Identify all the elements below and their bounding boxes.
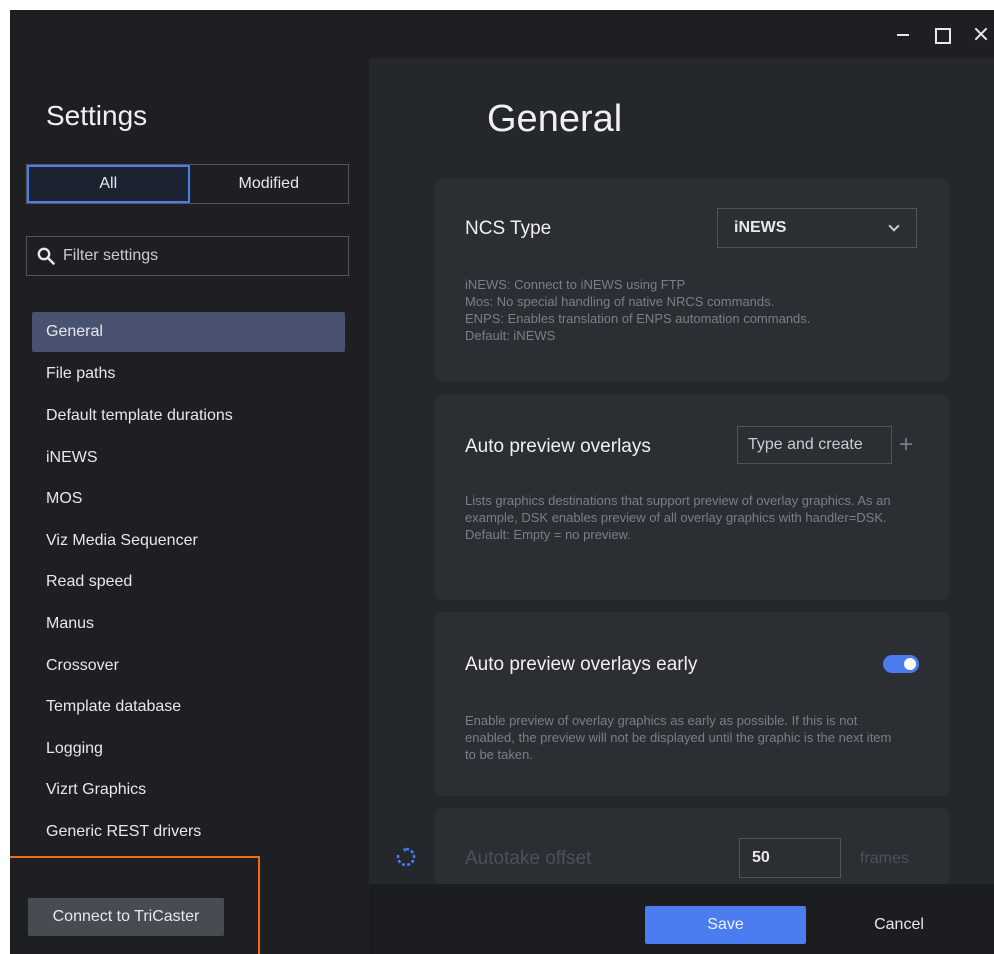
footer-bar: Save Cancel	[369, 884, 994, 954]
sidebar-item-manus[interactable]: Manus	[32, 603, 345, 645]
sidebar-item-logging[interactable]: Logging	[32, 728, 345, 770]
page-title: General	[487, 98, 623, 140]
overlay-input-box[interactable]	[737, 426, 892, 464]
maximize-icon[interactable]	[924, 20, 958, 48]
ncs-type-label: NCS Type	[465, 218, 552, 239]
sidebar-item-template-database[interactable]: Template database	[32, 686, 345, 728]
sidebar-item-mos[interactable]: MOS	[32, 478, 345, 520]
tab-all[interactable]: All	[27, 165, 190, 203]
autotake-offset-label: Autotake offset	[465, 848, 592, 869]
toggle-knob	[904, 658, 916, 670]
sidebar-item-crossover[interactable]: Crossover	[32, 645, 345, 687]
auto-preview-overlays-label: Auto preview overlays	[465, 436, 651, 457]
sidebar-item-generic-rest-drivers[interactable]: Generic REST drivers	[32, 811, 345, 853]
ncs-type-select[interactable]: iNEWS	[717, 208, 917, 248]
search-input[interactable]	[63, 247, 323, 265]
auto-preview-overlays-description: Lists graphics destinations that support…	[465, 493, 891, 542]
sidebar-item-viz-media-sequencer[interactable]: Viz Media Sequencer	[32, 520, 345, 562]
auto-preview-early-toggle[interactable]	[883, 655, 919, 673]
autotake-offset-input[interactable]: 50	[739, 838, 841, 878]
sidebar-title: Settings	[46, 100, 148, 131]
ncs-type-description: iNEWS: Connect to iNEWS using FTP Mos: N…	[465, 277, 811, 343]
filter-toggle: All Modified	[26, 164, 349, 204]
ncs-type-card: NCS Type iNEWS iNEWS: Connect to iNEWS u…	[435, 178, 949, 382]
auto-preview-overlays-early-card: Auto preview overlays early Enable previ…	[435, 612, 949, 796]
settings-nav: General File paths Default template dura…	[32, 312, 345, 853]
auto-preview-overlays-early-label: Auto preview overlays early	[465, 654, 698, 675]
tab-modified[interactable]: Modified	[190, 165, 349, 203]
auto-preview-overlays-card: Auto preview overlays + Lists graphics d…	[435, 394, 949, 600]
plus-icon[interactable]: +	[895, 433, 917, 457]
main-panel: General NCS Type iNEWS iNEWS: Connect to…	[369, 58, 994, 954]
autotake-offset-unit: frames	[860, 850, 909, 867]
close-icon[interactable]	[964, 20, 994, 48]
search-icon	[37, 247, 55, 265]
sidebar-item-general[interactable]: General	[32, 312, 345, 352]
connect-tricaster-button[interactable]: Connect to TriCaster	[28, 898, 224, 936]
overlay-input[interactable]	[748, 436, 888, 454]
settings-window: Settings All Modified General File paths…	[10, 10, 994, 954]
auto-preview-overlays-early-description: Enable preview of overlay graphics as ea…	[465, 713, 892, 762]
sidebar-item-read-speed[interactable]: Read speed	[32, 562, 345, 604]
sidebar-item-default-template-durations[interactable]: Default template durations	[32, 395, 345, 437]
sidebar-item-inews[interactable]: iNEWS	[32, 437, 345, 479]
chevron-down-icon	[888, 220, 900, 232]
cancel-button[interactable]: Cancel	[849, 906, 949, 944]
minimize-icon[interactable]	[886, 20, 920, 48]
reset-icon[interactable]	[395, 846, 417, 868]
sidebar-item-vizrt-graphics[interactable]: Vizrt Graphics	[32, 770, 345, 812]
sidebar-item-file-paths[interactable]: File paths	[32, 354, 345, 396]
search-box[interactable]	[26, 236, 349, 276]
ncs-type-value: iNEWS	[734, 219, 787, 236]
save-button[interactable]: Save	[645, 906, 806, 944]
